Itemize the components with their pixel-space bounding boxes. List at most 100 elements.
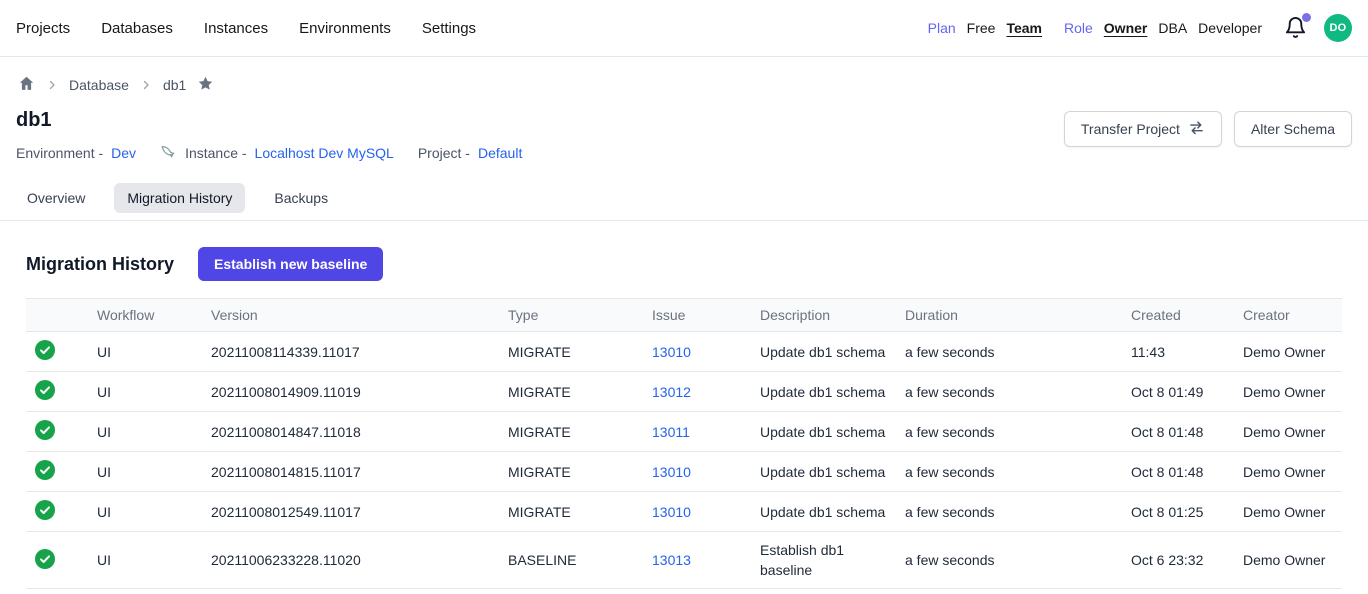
tab-migration-history[interactable]: Migration History <box>114 183 245 213</box>
plan-option-free[interactable]: Free <box>967 20 996 36</box>
duration-value: a few seconds <box>905 504 995 520</box>
issue-cell: 13012 <box>644 372 752 412</box>
type-cell: MIGRATE <box>500 372 644 412</box>
creator-cell: Demo Owner <box>1235 332 1342 372</box>
chevron-right-icon <box>46 79 58 91</box>
workflow-value: UI <box>97 464 111 480</box>
col-created: Created <box>1123 299 1235 332</box>
version-cell: 20211006233228.11020 <box>203 532 500 589</box>
creator-value: Demo Owner <box>1243 384 1325 400</box>
creator-value: Demo Owner <box>1243 552 1325 568</box>
created-value: Oct 8 01:25 <box>1131 504 1203 520</box>
col-duration: Duration <box>897 299 1123 332</box>
success-check-icon <box>35 460 55 480</box>
table-row[interactable]: UI 20211006233228.11020 BASELINE 13013 E… <box>26 532 1342 589</box>
nav-item-environments[interactable]: Environments <box>299 20 391 37</box>
duration-value: a few seconds <box>905 464 995 480</box>
nav-item-databases[interactable]: Databases <box>101 20 173 37</box>
project-link[interactable]: Default <box>478 145 522 161</box>
creator-value: Demo Owner <box>1243 344 1325 360</box>
header-actions: Transfer Project Alter Schema <box>1064 111 1352 147</box>
notification-button[interactable] <box>1284 16 1308 40</box>
issue-link[interactable]: 13012 <box>652 384 691 400</box>
description-cell: Update db1 schema <box>752 372 897 412</box>
creator-cell: Demo Owner <box>1235 492 1342 532</box>
issue-link[interactable]: 13010 <box>652 464 691 480</box>
role-option-developer[interactable]: Developer <box>1198 20 1262 36</box>
nav-item-settings[interactable]: Settings <box>422 20 476 37</box>
table-row[interactable]: UI 20211008114339.11017 MIGRATE 13010 Up… <box>26 332 1342 372</box>
description-cell: Update db1 schema <box>752 452 897 492</box>
issue-cell: 13010 <box>644 492 752 532</box>
instance-link[interactable]: Localhost Dev MySQL <box>255 145 394 161</box>
breadcrumb-database[interactable]: Database <box>69 77 129 93</box>
version-value: 20211008114339.11017 <box>211 344 360 360</box>
role-option-dba[interactable]: DBA <box>1158 20 1187 36</box>
col-version: Version <box>203 299 500 332</box>
transfer-project-button[interactable]: Transfer Project <box>1064 111 1222 147</box>
duration-cell: a few seconds <box>897 372 1123 412</box>
workflow-value: UI <box>97 504 111 520</box>
description-value: Update db1 schema <box>760 422 885 442</box>
table-row[interactable]: UI 20211008014847.11018 MIGRATE 13011 Up… <box>26 412 1342 452</box>
top-nav: Projects Databases Instances Environment… <box>0 0 1368 57</box>
favorite-star-icon[interactable] <box>197 75 214 95</box>
database-header: db1 Environment - Dev Instance - Localho… <box>0 109 1368 163</box>
table-row[interactable]: UI 20211008014815.11017 MIGRATE 13010 Up… <box>26 452 1342 492</box>
version-value: 20211008012549.11017 <box>211 504 361 520</box>
migration-history-section-head: Migration History Establish new baseline <box>0 247 1368 281</box>
created-cell: Oct 8 01:48 <box>1123 452 1235 492</box>
status-cell <box>26 532 89 589</box>
issue-link[interactable]: 13011 <box>652 424 690 440</box>
duration-cell: a few seconds <box>897 412 1123 452</box>
table-row[interactable]: UI 20211008012549.11017 MIGRATE 13010 Up… <box>26 492 1342 532</box>
section-title: Migration History <box>26 254 174 275</box>
issue-link[interactable]: 13013 <box>652 552 691 568</box>
type-value: MIGRATE <box>508 424 571 440</box>
plan-option-team[interactable]: Team <box>1006 20 1042 36</box>
creator-cell: Demo Owner <box>1235 412 1342 452</box>
database-header-left: db1 Environment - Dev Instance - Localho… <box>16 109 522 163</box>
duration-value: a few seconds <box>905 384 995 400</box>
establish-baseline-button[interactable]: Establish new baseline <box>198 247 383 281</box>
created-cell: 11:43 <box>1123 332 1235 372</box>
workflow-cell: UI <box>89 452 203 492</box>
swap-arrows-icon <box>1188 119 1205 139</box>
home-icon[interactable] <box>18 75 35 95</box>
col-status <box>26 299 89 332</box>
creator-value: Demo Owner <box>1243 424 1325 440</box>
created-value: Oct 6 23:32 <box>1131 552 1203 568</box>
workflow-cell: UI <box>89 492 203 532</box>
description-value: Update db1 schema <box>760 382 885 402</box>
workflow-cell: UI <box>89 412 203 452</box>
type-cell: MIGRATE <box>500 492 644 532</box>
issue-link[interactable]: 13010 <box>652 344 691 360</box>
role-switcher: Role Owner DBA Developer <box>1064 20 1262 36</box>
database-meta: Environment - Dev Instance - Localhost D… <box>16 143 522 163</box>
plan-label: Plan <box>928 20 956 36</box>
created-value: Oct 8 01:48 <box>1131 464 1203 480</box>
alter-schema-button[interactable]: Alter Schema <box>1234 111 1352 147</box>
page-title: db1 <box>16 109 522 132</box>
tab-backups[interactable]: Backups <box>261 183 341 213</box>
duration-cell: a few seconds <box>897 492 1123 532</box>
issue-link[interactable]: 13010 <box>652 504 691 520</box>
role-option-owner[interactable]: Owner <box>1104 20 1148 36</box>
table-row[interactable]: UI 20211008014909.11019 MIGRATE 13012 Up… <box>26 372 1342 412</box>
version-cell: 20211008014847.11018 <box>203 412 500 452</box>
migration-history-table: Workflow Version Type Issue Description … <box>26 298 1342 589</box>
user-avatar[interactable]: DO <box>1324 14 1352 42</box>
environment-link[interactable]: Dev <box>111 145 136 161</box>
version-cell: 20211008114339.11017 <box>203 332 500 372</box>
version-cell: 20211008014909.11019 <box>203 372 500 412</box>
nav-item-instances[interactable]: Instances <box>204 20 268 37</box>
breadcrumb-current: db1 <box>163 77 186 93</box>
duration-value: a few seconds <box>905 424 995 440</box>
col-issue: Issue <box>644 299 752 332</box>
created-cell: Oct 8 01:25 <box>1123 492 1235 532</box>
success-check-icon <box>35 549 55 569</box>
nav-item-projects[interactable]: Projects <box>16 20 70 37</box>
description-cell: Update db1 schema <box>752 492 897 532</box>
project-label: Project - <box>418 145 470 161</box>
tab-overview[interactable]: Overview <box>14 183 98 213</box>
